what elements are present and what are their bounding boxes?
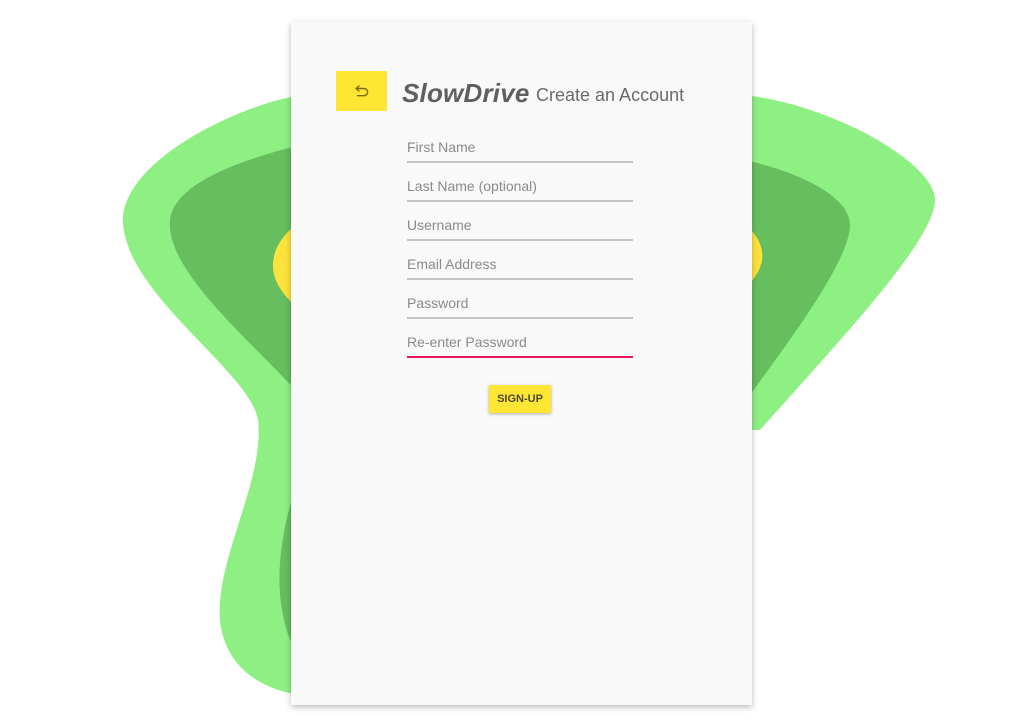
username-field-wrapper bbox=[407, 213, 633, 252]
last-name-field-wrapper bbox=[407, 174, 633, 213]
app-window: SlowDrive Create an Account SIGN-UP bbox=[0, 0, 1014, 721]
signup-card: SlowDrive Create an Account SIGN-UP bbox=[291, 22, 752, 705]
password-field-wrapper bbox=[407, 291, 633, 330]
email-field-wrapper bbox=[407, 252, 633, 291]
sign-up-button[interactable]: SIGN-UP bbox=[489, 385, 551, 413]
page-title: Create an Account bbox=[536, 85, 685, 105]
first-name-field-wrapper bbox=[407, 135, 633, 174]
signup-form bbox=[407, 135, 633, 369]
back-button[interactable] bbox=[336, 71, 387, 111]
password-input[interactable] bbox=[407, 291, 633, 319]
confirm-password-field-wrapper bbox=[407, 330, 633, 369]
back-arrow-icon bbox=[354, 85, 368, 97]
email-input[interactable] bbox=[407, 252, 633, 280]
confirm-password-input[interactable] bbox=[407, 330, 633, 358]
first-name-input[interactable] bbox=[407, 135, 633, 163]
username-input[interactable] bbox=[407, 213, 633, 241]
app-logo-text: SlowDrive bbox=[402, 78, 530, 108]
last-name-input[interactable] bbox=[407, 174, 633, 202]
